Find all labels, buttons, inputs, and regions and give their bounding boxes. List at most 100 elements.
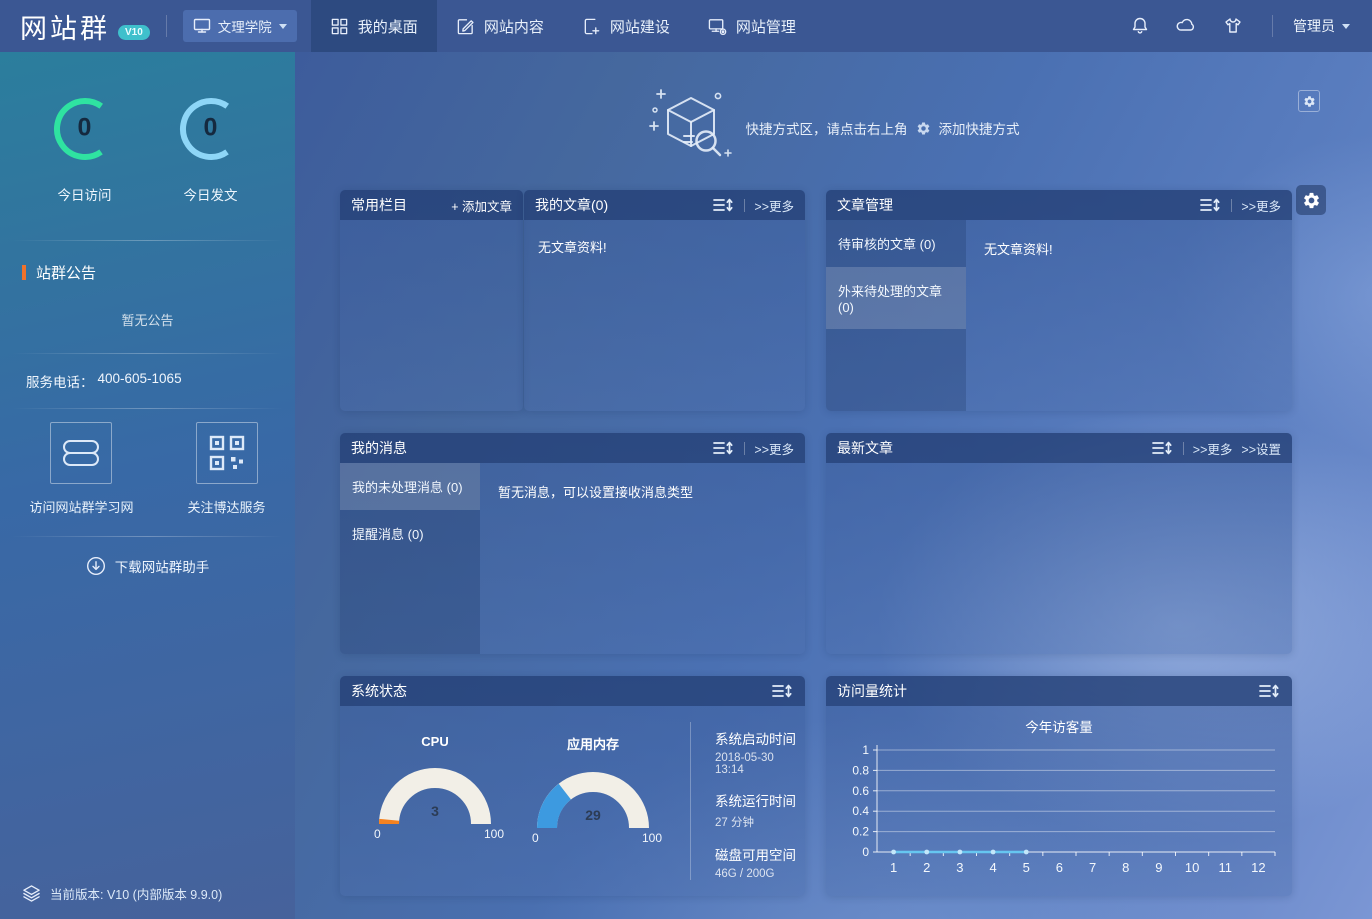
bell-icon[interactable]	[1117, 16, 1163, 36]
nav-tab-manage[interactable]: 网站管理	[689, 0, 815, 52]
main-area: 快捷方式区，请点击右上角 添加快捷方式 常用栏目 + 添加文章 我的文章(0) …	[295, 52, 1372, 919]
empty-message: 暂无消息，可以设置接收消息类型	[480, 463, 805, 654]
settings-link[interactable]: >>设置	[1241, 439, 1281, 458]
card-title: 文章管理	[837, 195, 893, 215]
svg-text:12: 12	[1251, 860, 1265, 875]
main-nav: 我的桌面 网站内容 网站建设 网站管理	[311, 0, 815, 52]
sort-list-icon[interactable]	[1200, 198, 1222, 212]
doc-plus-icon	[582, 17, 601, 36]
info-uptime: 系统运行时间 27 分钟	[715, 790, 805, 830]
shortcut-hint-after: 添加快捷方式	[939, 118, 1020, 138]
divider	[744, 442, 745, 455]
nav-tab-build[interactable]: 网站建设	[563, 0, 689, 52]
nav-tab-label: 网站管理	[736, 16, 796, 37]
tab-pending-review[interactable]: 待审核的文章 (0)	[826, 220, 966, 267]
card-common-columns: 常用栏目 + 添加文章	[340, 190, 523, 411]
sort-list-icon[interactable]	[713, 198, 735, 212]
svg-text:4: 4	[989, 860, 996, 875]
announcement-header: 站群公告	[22, 262, 295, 283]
empty-message: 无文章资料!	[966, 220, 1292, 411]
books-icon[interactable]	[50, 422, 112, 484]
cpu-gauge: CPU 3 0 100	[360, 734, 510, 896]
svg-text:5: 5	[1023, 860, 1030, 875]
topbar-right: 管理员	[1117, 15, 1372, 37]
more-link[interactable]: >>更多	[754, 439, 794, 458]
announcement-title: 站群公告	[36, 262, 96, 283]
more-link[interactable]: >>更多	[1193, 439, 1233, 458]
svg-text:0.8: 0.8	[852, 763, 869, 777]
quick-link-service[interactable]: 关注博达服务	[188, 422, 266, 516]
divider	[0, 240, 295, 241]
memory-gauge: 应用内存 29 0 100	[518, 734, 668, 896]
empty-message: 无文章资料!	[524, 220, 805, 411]
svg-text:1: 1	[890, 860, 897, 875]
card-title: 我的消息	[351, 438, 407, 458]
gauge-max: 100	[484, 827, 504, 841]
shortcut-settings-button[interactable]	[1298, 90, 1320, 112]
sort-list-icon[interactable]	[772, 684, 794, 698]
monitor-gear-icon	[708, 17, 727, 36]
svg-text:0.4: 0.4	[852, 804, 869, 818]
card-title: 系统状态	[351, 681, 407, 701]
shirt-icon[interactable]	[1210, 16, 1256, 36]
download-assistant-link[interactable]: 下载网站群助手	[0, 556, 295, 576]
sidebar: 0 今日访问 0 今日发文 站群公告 暂无公告 服务电话： 400-605-10…	[0, 52, 295, 919]
download-label: 下载网站群助手	[115, 556, 210, 576]
quick-link-label: 访问网站群学习网	[29, 497, 133, 516]
info-disk-space: 磁盘可用空间 46G / 200G	[715, 844, 805, 880]
announcement-empty: 暂无公告	[0, 310, 295, 329]
stat-value: 0	[176, 113, 246, 142]
svg-text:10: 10	[1185, 860, 1199, 875]
shortcut-bar: 快捷方式区，请点击右上角 添加快捷方式	[295, 86, 1372, 170]
card-latest-articles: 最新文章 >>更多 >>设置	[826, 433, 1292, 654]
service-phone-label: 服务电话：	[26, 371, 94, 391]
nav-tab-content[interactable]: 网站内容	[437, 0, 563, 52]
add-article-button[interactable]: + 添加文章	[451, 196, 512, 215]
download-icon	[86, 556, 106, 576]
svg-text:0.2: 0.2	[852, 825, 869, 839]
divider	[1231, 199, 1232, 212]
svg-text:2: 2	[923, 860, 930, 875]
svg-text:11: 11	[1219, 860, 1233, 875]
site-selector[interactable]: 文理学院	[183, 10, 297, 42]
svg-text:3: 3	[956, 860, 963, 875]
card-system-status: 系统状态 CPU 3 0 100 应用内存	[340, 676, 805, 896]
nav-tab-desktop[interactable]: 我的桌面	[311, 0, 437, 52]
dashboard-grid-icon	[330, 17, 349, 36]
sort-list-icon[interactable]	[1152, 441, 1174, 455]
widget-settings-button[interactable]	[1296, 185, 1326, 215]
monitor-icon	[193, 18, 211, 34]
shortcut-hint-before: 快捷方式区，请点击右上角	[746, 118, 908, 138]
user-menu[interactable]: 管理员	[1293, 16, 1350, 36]
today-stats: 0 今日访问 0 今日发文	[0, 94, 295, 204]
gear-icon	[916, 121, 931, 136]
gear-icon	[1303, 95, 1316, 108]
card-title: 最新文章	[837, 438, 893, 458]
gear-icon	[1302, 191, 1321, 210]
svg-text:7: 7	[1089, 860, 1096, 875]
svg-text:6: 6	[1056, 860, 1063, 875]
divider	[744, 199, 745, 212]
more-link[interactable]: >>更多	[1241, 196, 1281, 215]
gauge-min: 0	[374, 827, 381, 841]
quick-link-learning[interactable]: 访问网站群学习网	[29, 422, 133, 516]
sort-list-icon[interactable]	[713, 441, 735, 455]
shortcut-hint: 快捷方式区，请点击右上角 添加快捷方式	[746, 118, 1020, 138]
nav-tab-label: 网站内容	[484, 16, 544, 37]
tab-unhandled-messages[interactable]: 我的未处理消息 (0)	[340, 463, 480, 510]
tab-reminder-messages[interactable]: 提醒消息 (0)	[340, 510, 480, 557]
version-label: 当前版本: V10 (内部版本 9.9.0)	[50, 884, 222, 903]
svg-text:0: 0	[862, 845, 869, 859]
sort-list-icon[interactable]	[1259, 684, 1281, 698]
qrcode-icon[interactable]	[196, 422, 258, 484]
card-title: 常用栏目	[351, 195, 407, 215]
more-link[interactable]: >>更多	[754, 196, 794, 215]
divider	[1183, 442, 1184, 455]
cloud-icon[interactable]	[1163, 16, 1210, 36]
gauge-label: CPU	[360, 734, 510, 749]
tab-external-pending[interactable]: 外来待处理的文章 (0)	[826, 267, 966, 329]
nav-tab-label: 网站建设	[610, 16, 670, 37]
info-boot-time: 系统启动时间 2018-05-30 13:14	[715, 728, 805, 776]
announcement-accent	[22, 265, 26, 280]
nav-tab-label: 我的桌面	[358, 16, 418, 37]
